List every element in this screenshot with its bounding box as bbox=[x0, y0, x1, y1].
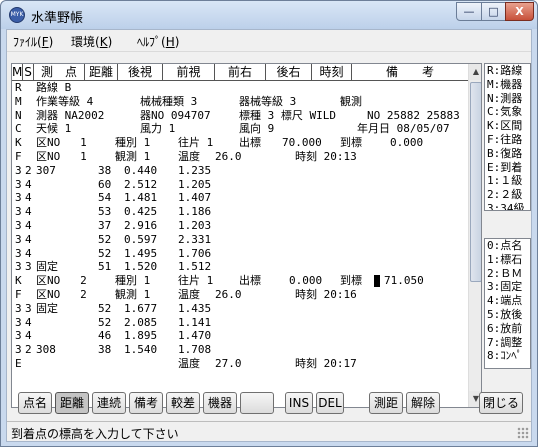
table-row[interactable]: 3 2 307 38 0.440 1.235 bbox=[12, 164, 468, 178]
col-m: M bbox=[12, 64, 23, 81]
record-type-legend: R:路線 M:機器 N:測器 C:気象 K:区間 F:往路 B:復路 E:到着 … bbox=[484, 63, 531, 211]
close-button[interactable]: 閉じる bbox=[479, 392, 523, 414]
legend-item: F:往路 bbox=[487, 132, 523, 146]
legend-item: 2:ＢＭ bbox=[487, 266, 523, 280]
legend-item: 6:放前 bbox=[487, 321, 523, 335]
maximize-button[interactable]: □ bbox=[481, 2, 506, 21]
app-icon: MYK bbox=[9, 7, 25, 23]
title-bar[interactable]: MYK 水準野帳 — □ X bbox=[1, 1, 537, 29]
table-row[interactable]: C 天候 1 風力 1 風向 9 年月日 08/05/07 bbox=[12, 122, 468, 136]
col-distance: 距離 bbox=[85, 64, 118, 81]
col-remarks: 備 考 bbox=[385, 65, 434, 79]
col-s: S bbox=[23, 64, 34, 81]
app-window: MYK 水準野帳 — □ X ﾌｧｲﾙ(F) 環境(K) ﾍﾙﾌﾟ(H) M S… bbox=[0, 0, 538, 447]
col-fore-right: 前右 bbox=[215, 64, 266, 81]
legend-item: 4:端点 bbox=[487, 294, 523, 308]
blank-button[interactable] bbox=[240, 392, 274, 414]
table-row[interactable]: 3 2 308 38 1.540 1.708 bbox=[12, 343, 468, 357]
legend-item: 3:固定 bbox=[487, 280, 523, 294]
col-foresight: 前視 bbox=[163, 64, 215, 81]
legend-item: 1:１級 bbox=[487, 174, 523, 188]
point-name-button[interactable]: 点名 bbox=[18, 392, 52, 414]
point-type-legend: 0:点名 1:標石 2:ＢＭ 3:固定 4:端点 5:放後 6:放前 7:調整 … bbox=[484, 238, 531, 369]
table-row[interactable]: M 作業等級 4 械械種類 3 器械等級 3 観測 bbox=[12, 95, 468, 109]
table-row[interactable]: E 温度 27.0 時刻 20:17 bbox=[12, 357, 468, 371]
menu-file[interactable]: ﾌｧｲﾙ(F) bbox=[13, 33, 53, 50]
menu-environment[interactable]: 環境(K) bbox=[71, 33, 112, 50]
measure-distance-button[interactable]: 測距 bbox=[369, 392, 403, 414]
table-row[interactable]: 3 3 固定 51 1.520 1.512 bbox=[12, 260, 468, 274]
equipment-button[interactable]: 機器 bbox=[203, 392, 237, 414]
minimize-button[interactable]: — bbox=[456, 2, 482, 21]
menu-help[interactable]: ﾍﾙﾌﾟ(H) bbox=[137, 33, 179, 50]
distance-button[interactable]: 距離 bbox=[55, 392, 89, 414]
legend-item: M:機器 bbox=[487, 77, 523, 91]
table-row[interactable]: 3 4 52 2.085 1.141 bbox=[12, 316, 468, 330]
table-row[interactable]: K 区NO 2 種別 1 往片 1 出標 0.000 到標 71.050 bbox=[12, 274, 468, 288]
release-button[interactable]: 解除 bbox=[406, 392, 440, 414]
menu-bar: ﾌｧｲﾙ(F) 環境(K) ﾍﾙﾌﾟ(H) bbox=[7, 30, 531, 52]
insert-button[interactable]: INS bbox=[285, 392, 313, 414]
window-title: 水準野帳 bbox=[31, 11, 84, 26]
legend-item: 2:２級 bbox=[487, 188, 523, 202]
legend-item: N:測器 bbox=[487, 91, 523, 105]
table-row[interactable]: N 測器 NA2002 器NO 094707 標種 3 標尺 WILD NO 25882… bbox=[12, 109, 468, 123]
col-point: 測 点 bbox=[34, 64, 85, 81]
table-row[interactable]: 3 4 54 1.481 1.407 bbox=[12, 191, 468, 205]
table-row[interactable]: 3 4 52 1.495 1.706 bbox=[12, 247, 468, 261]
table-row[interactable]: F 区NO 1 観測 1 温度 26.0 時刻 20:13 bbox=[12, 150, 468, 164]
status-message: 到着点の標高を入力して下さい bbox=[11, 427, 179, 441]
table-row[interactable]: 3 4 52 0.597 2.331 bbox=[12, 233, 468, 247]
table-body: R 路線 B M 作業等級 4 械械種類 3 器械等級 3 観測 N 測器 NA2002 器N… bbox=[12, 81, 468, 371]
remarks-button[interactable]: 備考 bbox=[129, 392, 163, 414]
delete-button[interactable]: DEL bbox=[316, 392, 344, 414]
table-row[interactable]: 3 4 46 1.895 1.470 bbox=[12, 329, 468, 343]
table-row[interactable]: K 区NO 1 種別 1 往片 1 出標 70.000 到標 0.000 bbox=[12, 136, 468, 150]
legend-item: 0:点名 bbox=[487, 239, 523, 252]
table-row[interactable]: 3 3 固定 52 1.677 1.435 bbox=[12, 302, 468, 316]
scrollbar-thumb[interactable] bbox=[470, 82, 481, 282]
field-book-table[interactable]: M S 測 点 距離 後視 前視 前右 後右 時刻 備 考 R 路線 B M 作業等… bbox=[11, 63, 482, 408]
text-cursor bbox=[374, 275, 380, 288]
scroll-up-arrow-icon[interactable]: ▲ bbox=[469, 64, 481, 80]
client-area: ﾌｧｲﾙ(F) 環境(K) ﾍﾙﾌﾟ(H) M S 測 点 距離 後視 前視 前… bbox=[6, 29, 532, 442]
table-row[interactable]: F 区NO 2 観測 1 温度 26.0 時刻 20:16 bbox=[12, 288, 468, 302]
legend-item: R:路線 bbox=[487, 64, 523, 77]
legend-item: 7:調整 bbox=[487, 335, 523, 349]
continuous-button[interactable]: 連続 bbox=[92, 392, 126, 414]
difference-button[interactable]: 較差 bbox=[166, 392, 200, 414]
close-window-button[interactable]: X bbox=[505, 2, 534, 21]
legend-item: 5:放後 bbox=[487, 307, 523, 321]
table-row[interactable]: 3 4 60 2.512 1.205 bbox=[12, 178, 468, 192]
table-row[interactable]: R 路線 B bbox=[12, 81, 468, 95]
legend-item: 1:標石 bbox=[487, 252, 523, 266]
vertical-scrollbar[interactable]: ▲ ▼ bbox=[468, 64, 481, 407]
col-time: 時刻 bbox=[312, 64, 352, 81]
resize-grip-icon[interactable] bbox=[517, 427, 529, 439]
col-back-right: 後右 bbox=[266, 64, 312, 81]
table-row[interactable]: 3 4 53 0.425 1.186 bbox=[12, 205, 468, 219]
legend-item: 3:34級 bbox=[487, 201, 525, 211]
table-header: M S 測 点 距離 後視 前視 前右 後右 時刻 備 考 bbox=[12, 64, 468, 81]
legend-item: E:到着 bbox=[487, 160, 523, 174]
col-backsight: 後視 bbox=[118, 64, 163, 81]
table-row[interactable]: 3 4 37 2.916 1.203 bbox=[12, 219, 468, 233]
status-bar: 到着点の標高を入力して下さい bbox=[7, 421, 531, 441]
legend-item: C:気象 bbox=[487, 105, 523, 119]
legend-item: K:区間 bbox=[487, 119, 523, 133]
legend-item: B:復路 bbox=[487, 146, 523, 160]
legend-item: 8:ｺﾝﾍﾟ bbox=[487, 349, 523, 363]
